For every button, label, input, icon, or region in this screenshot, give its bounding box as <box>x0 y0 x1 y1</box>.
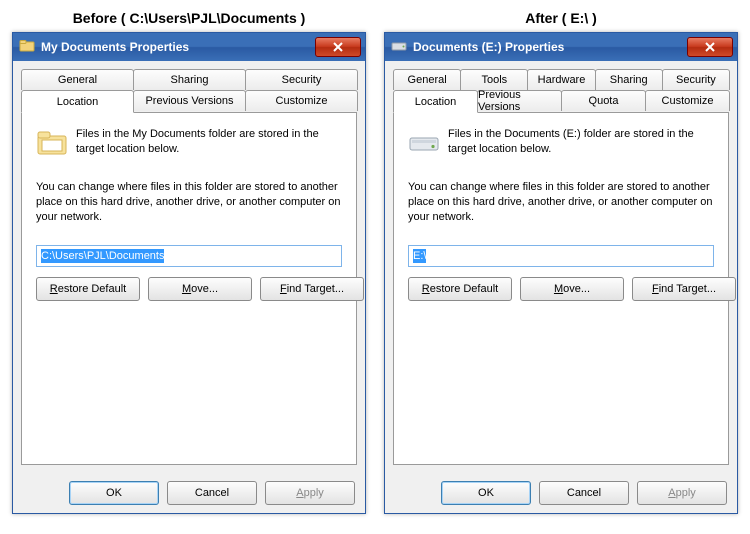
after-caption: After ( E:\ ) <box>525 10 597 26</box>
close-icon <box>332 42 344 52</box>
drive-icon <box>391 38 407 57</box>
apply-button[interactable]: Apply <box>265 481 355 505</box>
tab-general[interactable]: General <box>393 69 461 90</box>
tab-general[interactable]: General <box>21 69 134 90</box>
tab-tools[interactable]: Tools <box>460 69 528 90</box>
tab-strip: General Sharing Security Location Previo… <box>21 69 357 112</box>
tab-location[interactable]: Location <box>21 90 134 113</box>
tab-customize[interactable]: Customize <box>245 90 358 111</box>
change-text: You can change where files in this folde… <box>408 180 714 225</box>
tab-previous-versions[interactable]: Previous Versions <box>133 90 246 111</box>
tab-strip: General Tools Hardware Sharing Security … <box>393 69 729 112</box>
dialog-footer: OK Cancel Apply <box>13 473 365 513</box>
close-button[interactable] <box>687 37 733 57</box>
ok-button[interactable]: OK <box>69 481 159 505</box>
folder-icon <box>19 38 35 57</box>
tab-sharing[interactable]: Sharing <box>595 69 663 90</box>
cancel-button[interactable]: Cancel <box>539 481 629 505</box>
apply-button[interactable]: Apply <box>637 481 727 505</box>
tab-location[interactable]: Location <box>393 90 478 113</box>
dialog-footer: OK Cancel Apply <box>385 473 737 513</box>
my-documents-properties-dialog: My Documents Properties General Sharing … <box>12 32 366 514</box>
tab-security[interactable]: Security <box>245 69 358 90</box>
change-text: You can change where files in this folde… <box>36 180 342 225</box>
restore-default-button[interactable]: Restore Default <box>408 277 512 301</box>
drive-large-icon <box>408 127 440 162</box>
stored-text: Files in the Documents (E:) folder are s… <box>448 127 714 157</box>
before-caption: Before ( C:\Users\PJL\Documents ) <box>73 10 306 26</box>
stored-text: Files in the My Documents folder are sto… <box>76 127 342 157</box>
window-title: Documents (E:) Properties <box>413 40 681 54</box>
tab-customize[interactable]: Customize <box>645 90 730 111</box>
close-button[interactable] <box>315 37 361 57</box>
path-value: C:\Users\PJL\Documents <box>41 249 164 263</box>
location-pane: Files in the Documents (E:) folder are s… <box>393 112 729 465</box>
move-button[interactable]: Move... <box>520 277 624 301</box>
titlebar[interactable]: My Documents Properties <box>13 33 365 61</box>
close-icon <box>704 42 716 52</box>
documents-e-properties-dialog: Documents (E:) Properties General Tools … <box>384 32 738 514</box>
find-target-button[interactable]: Find Target... <box>632 277 736 301</box>
move-button[interactable]: Move... <box>148 277 252 301</box>
path-input[interactable]: E:\ <box>408 245 714 267</box>
cancel-button[interactable]: Cancel <box>167 481 257 505</box>
window-title: My Documents Properties <box>41 40 309 54</box>
restore-default-button[interactable]: Restore Default <box>36 277 140 301</box>
path-input[interactable]: C:\Users\PJL\Documents <box>36 245 342 267</box>
path-value: E:\ <box>413 249 426 263</box>
tab-security[interactable]: Security <box>662 69 730 90</box>
ok-button[interactable]: OK <box>441 481 531 505</box>
tab-quota[interactable]: Quota <box>561 90 646 111</box>
tab-sharing[interactable]: Sharing <box>133 69 246 90</box>
folder-large-icon <box>36 127 68 162</box>
tab-previous-versions[interactable]: Previous Versions <box>477 90 562 111</box>
find-target-button[interactable]: Find Target... <box>260 277 364 301</box>
location-pane: Files in the My Documents folder are sto… <box>21 112 357 465</box>
tab-hardware[interactable]: Hardware <box>527 69 595 90</box>
titlebar[interactable]: Documents (E:) Properties <box>385 33 737 61</box>
